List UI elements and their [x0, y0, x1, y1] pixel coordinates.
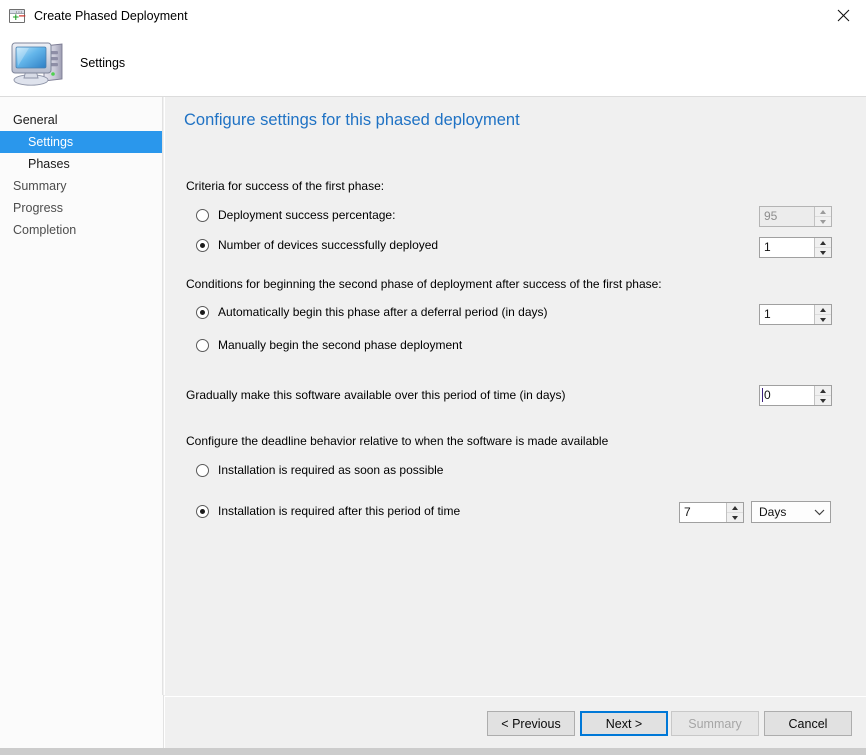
radio-indicator[interactable] — [196, 239, 209, 252]
summary-button[interactable]: Summary — [671, 711, 759, 736]
deferral-period-spinner[interactable]: 1 — [759, 304, 832, 325]
radio-label: Installation is required as soon as poss… — [218, 463, 443, 477]
radio-label: Automatically begin this phase after a d… — [218, 305, 548, 319]
device-count-spinner[interactable]: 1 — [759, 237, 832, 258]
gradual-rollout-spinner[interactable]: 0 — [759, 385, 832, 406]
spinner-down-icon[interactable] — [815, 315, 831, 324]
spinner-buttons[interactable] — [814, 238, 831, 257]
spinner-down-icon[interactable] — [815, 217, 831, 226]
header-title: Settings — [80, 56, 125, 70]
chevron-down-icon[interactable] — [808, 508, 830, 516]
radio-indicator[interactable] — [196, 505, 209, 518]
next-button[interactable]: Next > — [580, 711, 668, 736]
sidebar-item-completion[interactable]: Completion — [0, 219, 162, 241]
cancel-button[interactable]: Cancel — [764, 711, 852, 736]
previous-button[interactable]: < Previous — [487, 711, 575, 736]
sidebar-item-general[interactable]: General — [0, 109, 162, 131]
create-phased-deployment-window: ••• + − Create Phased Deployment — [0, 0, 866, 755]
deadline-period-spinner[interactable]: 7 — [679, 502, 744, 523]
spinner-up-icon[interactable] — [815, 207, 831, 217]
radio-install-asap[interactable]: Installation is required as soon as poss… — [196, 463, 443, 477]
computer-icon — [9, 35, 71, 89]
spinner-down-icon[interactable] — [727, 513, 743, 522]
dropdown-value: Days — [752, 505, 808, 519]
deadline-unit-dropdown[interactable]: Days — [751, 501, 831, 523]
radio-label: Number of devices successfully deployed — [218, 238, 438, 252]
radio-indicator[interactable] — [196, 306, 209, 319]
wizard-header: Settings — [0, 31, 866, 97]
radio-label: Manually begin the second phase deployme… — [218, 338, 462, 352]
wizard-sidebar: General Settings Phases Summary Progress… — [0, 97, 163, 748]
sidebar-bottom-fill — [0, 695, 164, 748]
radio-indicator[interactable] — [196, 339, 209, 352]
spinner-up-icon[interactable] — [815, 305, 831, 315]
spinner-buttons[interactable] — [726, 503, 743, 522]
section-label-success-criteria: Criteria for success of the first phase: — [186, 179, 384, 193]
spinner-value[interactable]: 1 — [760, 238, 814, 257]
success-percentage-spinner[interactable]: 95 — [759, 206, 832, 227]
spinner-up-icon[interactable] — [727, 503, 743, 513]
radio-number-of-devices[interactable]: Number of devices successfully deployed — [196, 238, 438, 252]
page-title: Configure settings for this phased deplo… — [184, 111, 520, 130]
radio-indicator[interactable] — [196, 209, 209, 222]
title-bar: ••• + − Create Phased Deployment — [0, 0, 866, 31]
section-label-deadline-behavior: Configure the deadline behavior relative… — [186, 434, 608, 448]
sidebar-item-settings[interactable]: Settings — [0, 131, 162, 153]
phased-deployment-icon: ••• + − — [9, 9, 25, 23]
wizard-footer: < Previous Next > Summary Cancel — [164, 696, 866, 748]
spinner-buttons[interactable] — [814, 305, 831, 324]
settings-panel: Configure settings for this phased deplo… — [164, 97, 866, 695]
radio-automatically-begin-phase[interactable]: Automatically begin this phase after a d… — [196, 305, 548, 319]
section-label-gradual-availability: Gradually make this software available o… — [186, 388, 566, 402]
radio-label: Deployment success percentage: — [218, 208, 395, 222]
radio-manually-begin-phase[interactable]: Manually begin the second phase deployme… — [196, 338, 462, 352]
spinner-down-icon[interactable] — [815, 396, 831, 405]
spinner-value[interactable]: 7 — [680, 503, 726, 522]
radio-deployment-success-percentage[interactable]: Deployment success percentage: — [196, 208, 395, 222]
radio-indicator[interactable] — [196, 464, 209, 477]
sidebar-item-phases[interactable]: Phases — [0, 153, 162, 175]
radio-label: Installation is required after this peri… — [218, 504, 460, 518]
spinner-up-icon[interactable] — [815, 386, 831, 396]
spinner-buttons[interactable] — [814, 207, 831, 226]
window-bottom-strip — [0, 748, 866, 755]
radio-install-after-period[interactable]: Installation is required after this peri… — [196, 504, 460, 518]
spinner-down-icon[interactable] — [815, 248, 831, 257]
spinner-up-icon[interactable] — [815, 238, 831, 248]
sidebar-item-progress[interactable]: Progress — [0, 197, 162, 219]
sidebar-item-summary[interactable]: Summary — [0, 175, 162, 197]
spinner-buttons[interactable] — [814, 386, 831, 405]
close-icon[interactable] — [820, 0, 866, 30]
window-title: Create Phased Deployment — [34, 9, 188, 23]
section-label-second-phase-conditions: Conditions for beginning the second phas… — [186, 277, 662, 291]
spinner-value[interactable]: 1 — [760, 305, 814, 324]
spinner-value[interactable]: 0 — [760, 386, 814, 405]
spinner-value[interactable]: 95 — [760, 207, 814, 226]
